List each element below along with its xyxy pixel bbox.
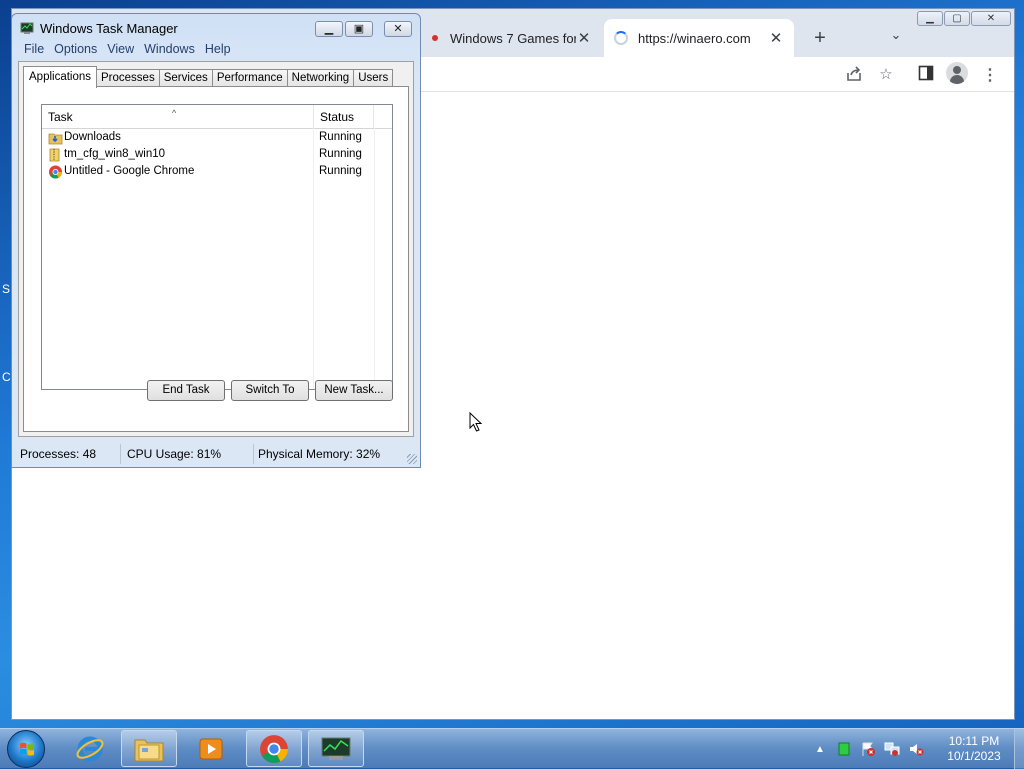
taskbar-media-player[interactable] bbox=[183, 730, 239, 767]
close-tab-icon[interactable]: ✕ bbox=[576, 29, 592, 47]
task-status: Running bbox=[319, 148, 362, 160]
mouse-cursor-icon bbox=[469, 412, 483, 432]
menu-options[interactable]: Options bbox=[49, 42, 102, 60]
bookmark-star-icon[interactable]: ☆ bbox=[876, 65, 896, 83]
desktop-icon-label-fragment[interactable]: S bbox=[2, 282, 10, 296]
show-hidden-icons-icon[interactable]: ▲ bbox=[812, 741, 828, 757]
start-button[interactable] bbox=[7, 730, 45, 768]
list-item[interactable]: Downloads Running bbox=[42, 130, 392, 147]
action-center-flag-icon[interactable] bbox=[860, 741, 876, 757]
minimize-button[interactable]: ▁ bbox=[917, 11, 943, 26]
list-item[interactable]: tm_cfg_win8_win10 Running bbox=[42, 147, 392, 164]
task-manager-body: Applications Processes Services Performa… bbox=[18, 61, 414, 437]
clock-time: 10:11 PM bbox=[948, 734, 1000, 748]
folder-download-icon bbox=[48, 133, 63, 145]
tab-winaero[interactable]: https://winaero.com ✕ bbox=[604, 19, 794, 57]
task-status: Running bbox=[319, 131, 362, 143]
chrome-icon bbox=[260, 734, 288, 763]
tab-networking[interactable]: Networking bbox=[286, 69, 355, 87]
menu-windows[interactable]: Windows bbox=[139, 42, 200, 60]
tab-applications[interactable]: Applications bbox=[23, 66, 98, 88]
tab-performance[interactable]: Performance bbox=[211, 69, 288, 87]
green-status-icon[interactable] bbox=[836, 741, 852, 757]
menu-view[interactable]: View bbox=[102, 42, 139, 60]
tab-windows7-games[interactable]: Windows 7 Games for W ✕ bbox=[422, 19, 602, 57]
new-task-button[interactable]: New Task... bbox=[315, 380, 393, 401]
desktop: S C Windows 7 Games for W ✕ https://wina… bbox=[0, 0, 1024, 728]
loading-spinner-icon bbox=[614, 31, 628, 45]
chrome-icon bbox=[49, 165, 63, 179]
task-manager-app-icon bbox=[321, 737, 351, 760]
tab-processes[interactable]: Processes bbox=[96, 69, 160, 87]
tab-users[interactable]: Users bbox=[353, 69, 394, 87]
task-name: Downloads bbox=[64, 131, 121, 143]
show-desktop-button[interactable] bbox=[1014, 729, 1024, 769]
share-icon[interactable] bbox=[844, 65, 864, 83]
task-list[interactable]: Task ^ Status Downloads Running tm_cfg_w… bbox=[41, 104, 393, 390]
menu-bar: File Options View Windows Help bbox=[19, 42, 413, 60]
task-name: tm_cfg_win8_win10 bbox=[64, 148, 166, 160]
tab-search-chevron-icon[interactable]: ⌄ bbox=[886, 27, 906, 43]
volume-muted-icon[interactable] bbox=[908, 741, 924, 757]
list-header: Task ^ Status bbox=[42, 105, 392, 129]
taskbar-internet-explorer[interactable] bbox=[62, 730, 118, 767]
media-player-icon bbox=[199, 738, 223, 759]
status-cpu-usage: CPU Usage: 81% bbox=[127, 444, 254, 464]
taskbar-windows-explorer[interactable] bbox=[121, 730, 177, 767]
close-button[interactable]: ✕ bbox=[384, 21, 412, 37]
new-tab-button[interactable]: + bbox=[808, 27, 832, 50]
side-panel-icon[interactable] bbox=[916, 65, 936, 83]
status-physical-memory: Physical Memory: 32% bbox=[258, 447, 381, 461]
status-processes: Processes: 48 bbox=[20, 444, 121, 464]
tab-services[interactable]: Services bbox=[158, 69, 213, 87]
tab-title: Windows 7 Games for W bbox=[450, 30, 576, 46]
taskbar-google-chrome[interactable] bbox=[246, 730, 302, 767]
end-task-button[interactable]: End Task bbox=[147, 380, 225, 401]
task-manager-window: Windows Task Manager ▁ ▣ ✕ File Options … bbox=[11, 13, 421, 468]
status-bar: Processes: 48 CPU Usage: 81% Physical Me… bbox=[12, 440, 420, 467]
close-button[interactable]: ✕ bbox=[971, 11, 1011, 26]
site-favicon-icon bbox=[432, 35, 438, 41]
network-icon[interactable] bbox=[884, 741, 900, 757]
windows-logo-icon bbox=[20, 742, 34, 756]
profile-avatar-icon[interactable] bbox=[946, 62, 968, 84]
folder-icon bbox=[134, 739, 164, 761]
window-title: Windows Task Manager bbox=[40, 21, 178, 36]
more-menu-icon[interactable]: ⋮ bbox=[980, 65, 1000, 84]
list-item[interactable]: Untitled - Google Chrome Running bbox=[42, 164, 392, 181]
task-manager-app-icon bbox=[20, 22, 34, 34]
menu-help[interactable]: Help bbox=[200, 42, 236, 60]
zip-folder-icon bbox=[49, 148, 60, 162]
switch-to-button[interactable]: Switch To bbox=[231, 380, 309, 401]
maximize-button[interactable]: ▣ bbox=[345, 21, 373, 37]
menu-file[interactable]: File bbox=[19, 42, 49, 60]
resize-grip-icon[interactable] bbox=[407, 454, 417, 464]
taskbar: ▲ 10:11 PM 10/1/2023 bbox=[0, 728, 1024, 769]
tab-bar: Applications Processes Services Performa… bbox=[23, 66, 394, 88]
system-clock[interactable]: 10:11 PM 10/1/2023 bbox=[938, 734, 1010, 764]
clock-date: 10/1/2023 bbox=[947, 749, 1001, 763]
internet-explorer-icon bbox=[76, 736, 104, 761]
system-tray: ▲ bbox=[812, 739, 924, 759]
task-name: Untitled - Google Chrome bbox=[64, 165, 195, 177]
sort-ascending-icon: ^ bbox=[172, 108, 177, 118]
applications-page: Task ^ Status Downloads Running tm_cfg_w… bbox=[23, 86, 409, 432]
desktop-icon-label-fragment[interactable]: C bbox=[2, 370, 11, 384]
minimize-button[interactable]: ▁ bbox=[315, 21, 343, 37]
close-tab-icon[interactable]: ✕ bbox=[768, 29, 784, 47]
task-status: Running bbox=[319, 165, 362, 177]
column-header-task[interactable]: Task ^ bbox=[42, 105, 314, 128]
tab-title: https://winaero.com bbox=[638, 30, 751, 46]
taskbar-task-manager[interactable] bbox=[308, 730, 364, 767]
maximize-button[interactable]: ▢ bbox=[944, 11, 970, 26]
column-header-status[interactable]: Status bbox=[314, 105, 374, 128]
